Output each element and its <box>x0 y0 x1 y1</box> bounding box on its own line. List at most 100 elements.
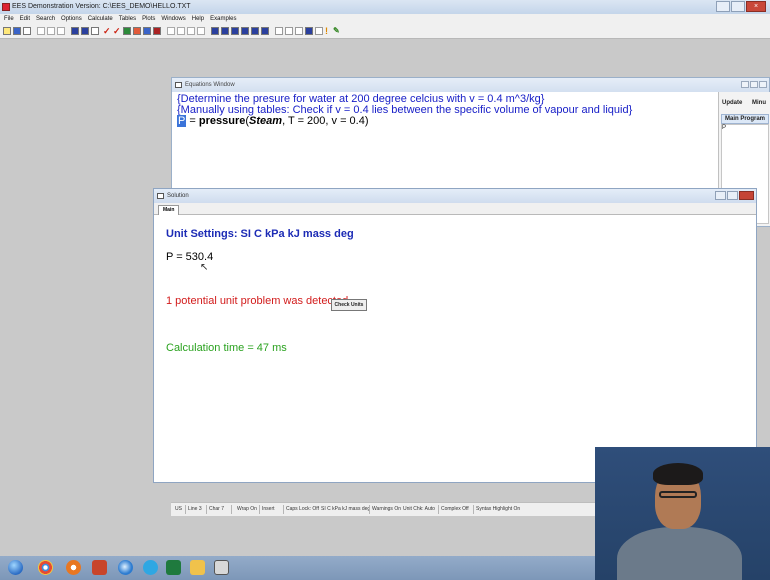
integral-table-icon[interactable] <box>187 27 195 35</box>
skype-icon[interactable] <box>143 560 158 575</box>
menu-file[interactable]: File <box>0 14 17 24</box>
tip-icon[interactable]: ✎ <box>333 27 341 35</box>
copy-icon[interactable] <box>57 27 65 35</box>
equation-line[interactable]: P = pressure(Steam, T = 200, v = 0.4) <box>177 115 632 127</box>
status-caps-lock: Caps Lock: Off <box>286 506 319 512</box>
close-button[interactable]: × <box>746 1 766 12</box>
equations-window-title: Equations Window <box>185 82 235 88</box>
mouse-cursor-icon: ↖ <box>200 262 209 273</box>
calculation-time: Calculation time = 47 ms <box>166 342 287 354</box>
minimize-button[interactable] <box>741 81 749 88</box>
equations-window-icon[interactable] <box>71 27 79 35</box>
residuals-icon[interactable] <box>177 27 185 35</box>
calculator-icon[interactable] <box>315 27 323 35</box>
folder-icon[interactable] <box>190 560 205 575</box>
menu-search[interactable]: Search <box>33 14 58 24</box>
tab-main-program[interactable]: Main Program <box>721 114 769 124</box>
check-units-button[interactable]: Check Units <box>331 299 367 311</box>
status-insert: Insert <box>262 506 275 512</box>
plot-window-1-icon[interactable] <box>211 27 219 35</box>
menu-help[interactable]: Help <box>189 14 207 24</box>
minimize-button[interactable] <box>716 1 730 12</box>
check-icon[interactable]: ✓ <box>103 27 111 36</box>
close-button[interactable] <box>759 81 767 88</box>
plot-window-6-icon[interactable] <box>261 27 269 35</box>
plot-window-5-icon[interactable] <box>251 27 259 35</box>
update-button[interactable]: Update <box>722 97 742 109</box>
diagram-window-icon[interactable] <box>153 27 161 35</box>
ees-icon[interactable] <box>214 560 229 575</box>
alternate-table-icon[interactable] <box>197 27 205 35</box>
list-item[interactable]: P <box>722 125 726 131</box>
menu-plots[interactable]: Plots <box>139 14 158 24</box>
unit-problem-warning: 1 potential unit problem was detected. <box>166 295 352 307</box>
status-warnings: Warnings On <box>372 506 401 512</box>
powerpoint-icon[interactable] <box>92 560 107 575</box>
status-syntax-highlight: Syntax Highlight On <box>476 506 521 512</box>
format-1-icon[interactable] <box>275 27 283 35</box>
solution-window-title: Solution <box>167 193 189 199</box>
print-icon[interactable] <box>23 27 31 35</box>
lookup-table-icon[interactable] <box>143 27 151 35</box>
close-button[interactable] <box>739 191 754 200</box>
help-icon[interactable]: ! <box>325 27 333 36</box>
plot-window-4-icon[interactable] <box>241 27 249 35</box>
maximize-button[interactable] <box>750 81 758 88</box>
media-player-icon[interactable] <box>66 560 81 575</box>
solution-window-icon[interactable] <box>91 27 99 35</box>
app-window-controls: × <box>715 1 766 12</box>
webcam-overlay <box>595 447 770 580</box>
solve-icon[interactable]: ✓ <box>113 27 121 36</box>
format-4-icon[interactable] <box>305 27 313 35</box>
status-char: Char 7 <box>209 506 225 512</box>
presenter-glasses <box>659 491 697 498</box>
undo-icon[interactable] <box>37 27 45 35</box>
chrome-icon[interactable] <box>38 560 53 575</box>
menu-edit[interactable]: Edit <box>17 14 33 24</box>
app-title: EES Demonstration Version: C:\EES_DEMO\H… <box>12 3 191 10</box>
maximize-button[interactable] <box>731 1 745 12</box>
unit-settings-text: Unit Settings: SI C kPa kJ mass deg <box>166 228 354 240</box>
equals-sign: = <box>186 115 199 127</box>
equations-window-controls <box>740 81 767 88</box>
solution-window-controls <box>714 191 754 200</box>
menu-tables[interactable]: Tables <box>116 14 139 24</box>
parametric-table-icon[interactable] <box>123 27 131 35</box>
equations-window-titlebar: Equations Window <box>172 78 769 92</box>
solution-tab-bar: Main <box>154 203 756 215</box>
excel-icon[interactable] <box>166 560 181 575</box>
cut-icon[interactable] <box>47 27 55 35</box>
function-name: pressure <box>198 115 246 127</box>
tab-main[interactable]: Main <box>158 205 180 215</box>
menu-button[interactable]: Minu <box>752 97 766 109</box>
status-wrap: Wrap On <box>237 506 257 512</box>
arrays-window-icon[interactable] <box>167 27 175 35</box>
format-2-icon[interactable] <box>285 27 293 35</box>
plot-window-2-icon[interactable] <box>221 27 229 35</box>
status-units: US <box>175 506 182 512</box>
app-titlebar: EES Demonstration Version: C:\EES_DEMO\H… <box>0 0 770 14</box>
explorer-icon[interactable] <box>118 560 133 575</box>
presenter-body <box>617 527 742 580</box>
menu-examples[interactable]: Examples <box>207 14 239 24</box>
selected-variable[interactable]: P <box>177 115 187 127</box>
menu-options[interactable]: Options <box>58 14 85 24</box>
plot-icon[interactable] <box>133 27 141 35</box>
status-line: Line 3 <box>188 506 202 512</box>
format-3-icon[interactable] <box>295 27 303 35</box>
window-icon <box>157 193 164 199</box>
formatted-equations-icon[interactable] <box>81 27 89 35</box>
equation-arguments: , T = 200, v = 0.4) <box>282 115 369 127</box>
minimize-button[interactable] <box>715 191 726 200</box>
maximize-button[interactable] <box>727 191 738 200</box>
new-file-icon[interactable] <box>3 27 11 35</box>
status-complex: Complex Off <box>441 506 469 512</box>
start-button[interactable] <box>8 560 23 575</box>
solution-window: Solution Main Unit Settings: SI C kPa kJ… <box>153 188 757 483</box>
solution-window-titlebar: Solution <box>154 189 756 203</box>
equations-editor[interactable]: {Determine the presure for water at 200 … <box>177 94 632 127</box>
menu-windows[interactable]: Windows <box>158 14 188 24</box>
plot-window-3-icon[interactable] <box>231 27 239 35</box>
menu-calculate[interactable]: Calculate <box>85 14 116 24</box>
save-icon[interactable] <box>13 27 21 35</box>
